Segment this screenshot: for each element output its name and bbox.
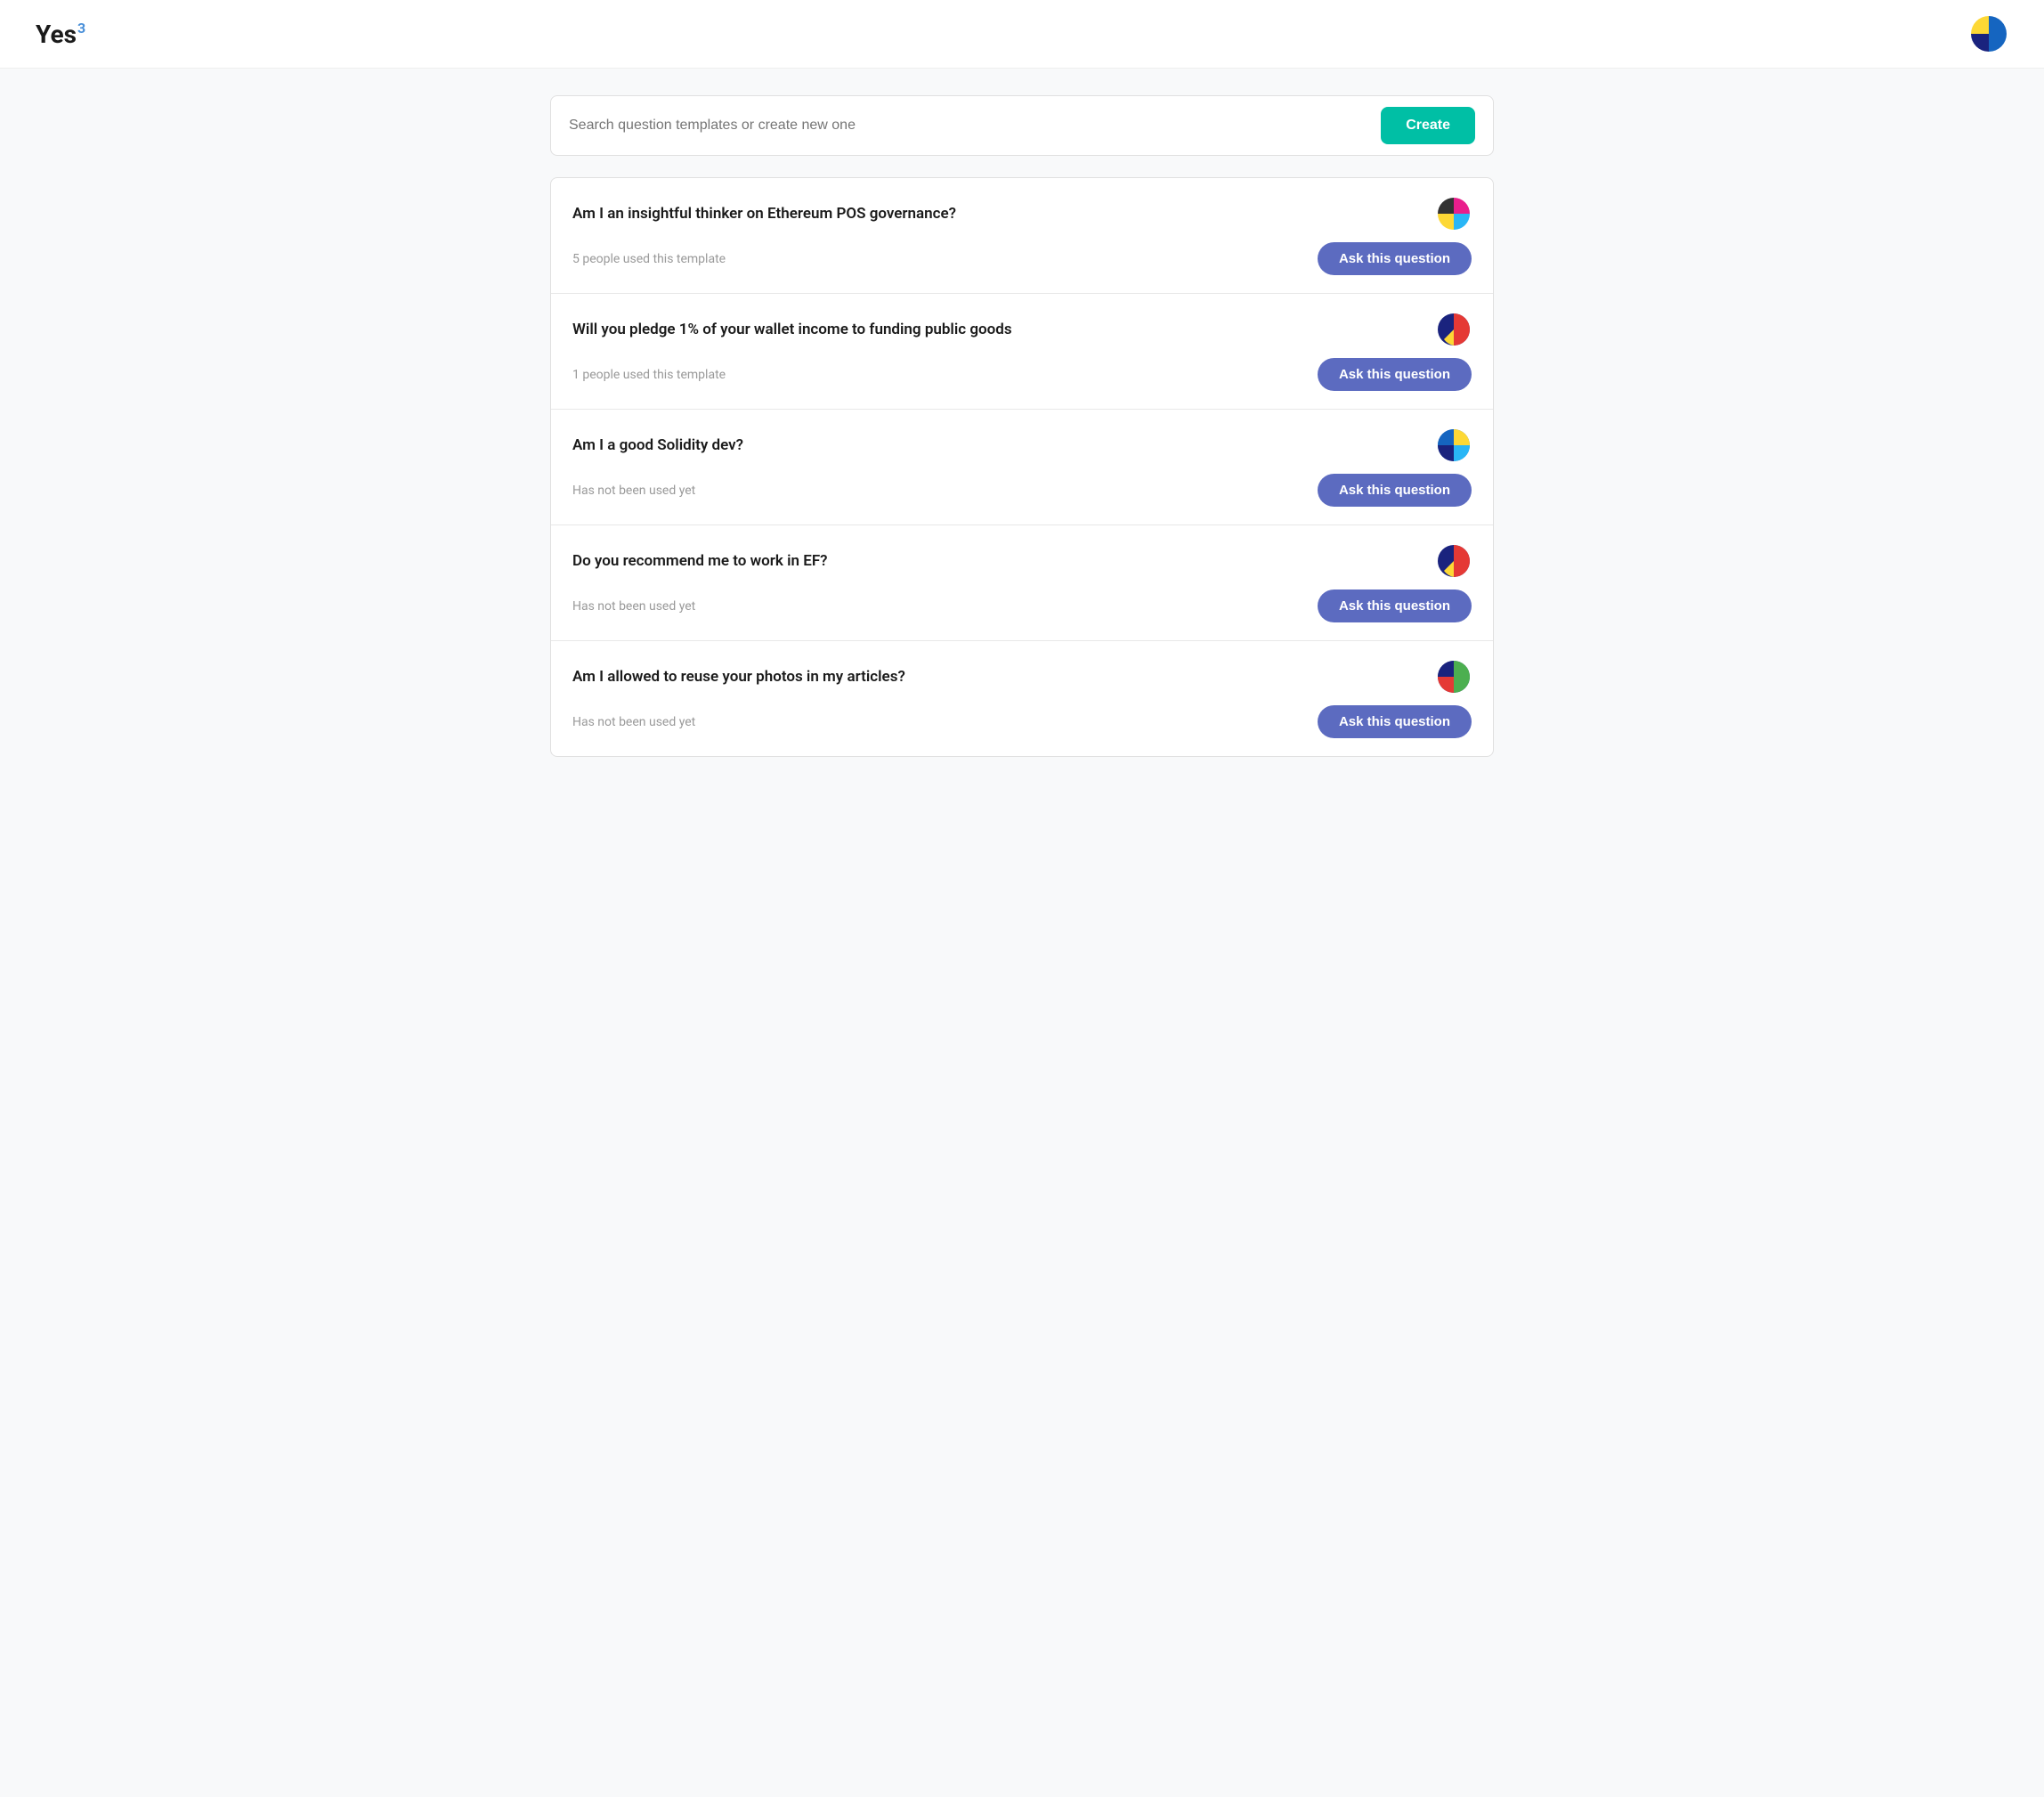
question-header: Am I an insightful thinker on Ethereum P… <box>572 196 1472 232</box>
question-footer: 1 people used this template Ask this que… <box>572 358 1472 391</box>
question-title: Will you pledge 1% of your wallet income… <box>572 321 1012 338</box>
list-item: Will you pledge 1% of your wallet income… <box>551 294 1493 410</box>
question-header: Will you pledge 1% of your wallet income… <box>572 312 1472 347</box>
create-button[interactable]: Create <box>1381 107 1475 144</box>
question-icon <box>1436 196 1472 232</box>
header: Yes3 <box>0 0 2044 69</box>
question-list: Am I an insightful thinker on Ethereum P… <box>550 177 1494 757</box>
question-meta: Has not been used yet <box>572 484 695 498</box>
question-meta: 5 people used this template <box>572 252 726 266</box>
ask-question-button[interactable]: Ask this question <box>1318 705 1472 738</box>
ask-question-button[interactable]: Ask this question <box>1318 474 1472 507</box>
question-title: Am I an insightful thinker on Ethereum P… <box>572 205 956 223</box>
logo-text: Yes <box>36 20 77 49</box>
question-title: Am I a good Solidity dev? <box>572 436 743 454</box>
question-footer: 5 people used this template Ask this que… <box>572 242 1472 275</box>
question-footer: Has not been used yet Ask this question <box>572 705 1472 738</box>
question-icon <box>1436 543 1472 579</box>
question-footer: Has not been used yet Ask this question <box>572 474 1472 507</box>
ask-question-button[interactable]: Ask this question <box>1318 242 1472 275</box>
question-header: Am I allowed to reuse your photos in my … <box>572 659 1472 695</box>
user-avatar[interactable] <box>1969 14 2008 53</box>
ask-question-button[interactable]: Ask this question <box>1318 590 1472 622</box>
question-icon <box>1436 312 1472 347</box>
list-item: Do you recommend me to work in EF? Has n… <box>551 525 1493 641</box>
question-title: Am I allowed to reuse your photos in my … <box>572 668 905 686</box>
main-content: Create Am I an insightful thinker on Eth… <box>532 69 1512 784</box>
question-meta: Has not been used yet <box>572 599 695 614</box>
logo-superscript: 3 <box>77 20 85 37</box>
search-bar: Create <box>550 95 1494 156</box>
question-meta: Has not been used yet <box>572 715 695 729</box>
list-item: Am I allowed to reuse your photos in my … <box>551 641 1493 756</box>
question-title: Do you recommend me to work in EF? <box>572 552 828 570</box>
question-icon <box>1436 427 1472 463</box>
list-item: Am I a good Solidity dev? Has not been u… <box>551 410 1493 525</box>
question-icon <box>1436 659 1472 695</box>
question-header: Do you recommend me to work in EF? <box>572 543 1472 579</box>
question-meta: 1 people used this template <box>572 368 726 382</box>
list-item: Am I an insightful thinker on Ethereum P… <box>551 178 1493 294</box>
question-footer: Has not been used yet Ask this question <box>572 590 1472 622</box>
search-input[interactable] <box>569 118 1367 134</box>
ask-question-button[interactable]: Ask this question <box>1318 358 1472 391</box>
logo: Yes3 <box>36 20 85 49</box>
question-header: Am I a good Solidity dev? <box>572 427 1472 463</box>
